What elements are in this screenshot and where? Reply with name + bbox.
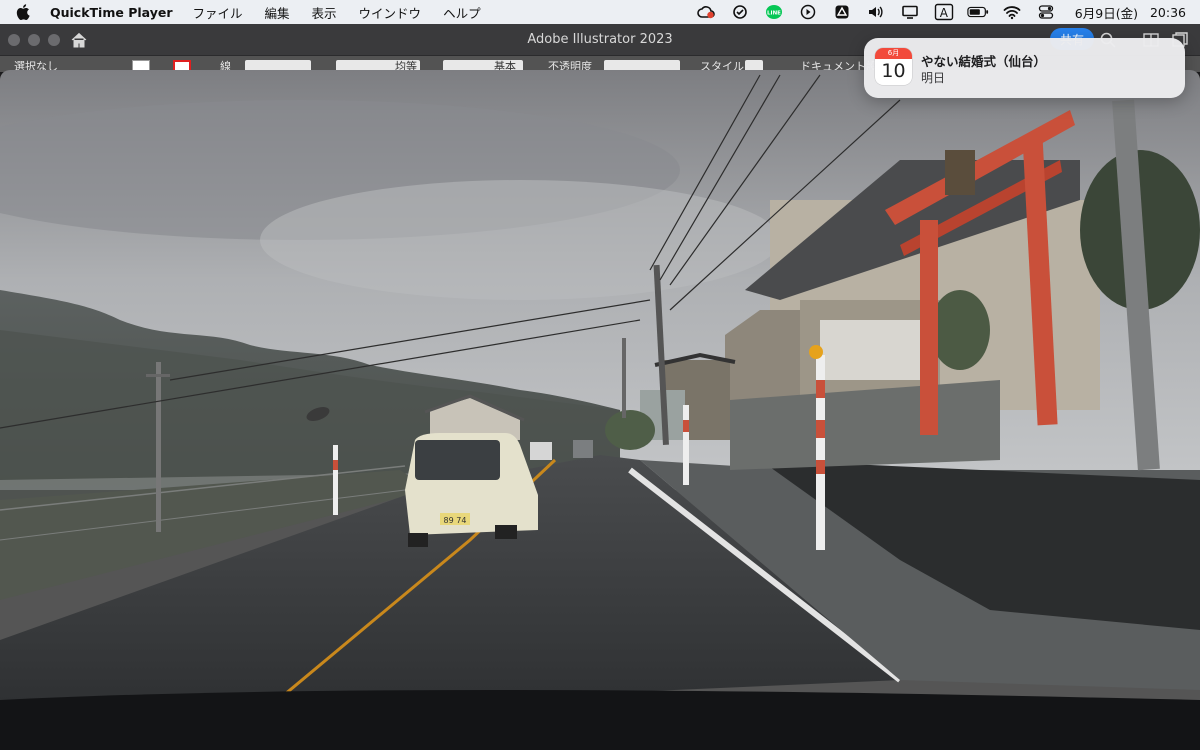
dashboard (0, 690, 1200, 750)
license-plate: 89 74 (444, 516, 467, 525)
control-center-icon[interactable] (1035, 0, 1057, 24)
menu-file[interactable]: ファイル (193, 3, 243, 22)
utility-pole (156, 362, 161, 532)
input-method-label: A (939, 5, 948, 20)
menu-bar: QuickTime Player ファイル 編集 表示 ウインドウ ヘルプ LI… (0, 0, 1200, 24)
active-app-name[interactable]: QuickTime Player (50, 5, 173, 20)
calendar-icon-day: 10 (881, 60, 906, 82)
volume-icon[interactable] (865, 0, 887, 24)
menubar-time[interactable]: 20:36 (1150, 5, 1186, 20)
notification-title: やない結婚式（仙台） (921, 54, 1047, 69)
menu-help[interactable]: ヘルプ (443, 3, 481, 22)
notification-subtitle: 明日 (921, 71, 946, 85)
play-circle-icon[interactable] (797, 0, 819, 24)
calendar-icon-month: 6月 (875, 48, 912, 59)
display-icon[interactable] (899, 0, 921, 24)
calendar-notification[interactable]: 6月 10 やない結婚式（仙台） 明日 (864, 38, 1185, 98)
drive-upload-icon[interactable] (831, 0, 853, 24)
menu-edit[interactable]: 編集 (265, 3, 290, 22)
wifi-icon[interactable] (1001, 0, 1023, 24)
status-area: LINE A 6月9日(金) 20:36 (683, 0, 1186, 24)
creative-cloud-icon[interactable] (695, 0, 717, 24)
dashcam-scene: 89 74 (0, 70, 1200, 750)
calendar-icon: 6月 10 (875, 48, 912, 85)
menu-window[interactable]: ウインドウ (359, 3, 422, 22)
menubar-date[interactable]: 6月9日(金) (1075, 3, 1138, 22)
white-kei-car: 89 74 (405, 433, 538, 547)
sync-icon[interactable] (729, 0, 751, 24)
video-frame[interactable]: 89 74 (0, 70, 1200, 750)
apple-menu-icon[interactable] (16, 4, 30, 20)
input-method-icon[interactable]: A (933, 0, 955, 24)
battery-icon[interactable] (967, 0, 989, 24)
svg-text:LINE: LINE (767, 11, 781, 17)
menu-view[interactable]: 表示 (312, 3, 337, 22)
line-icon[interactable]: LINE (763, 0, 785, 24)
